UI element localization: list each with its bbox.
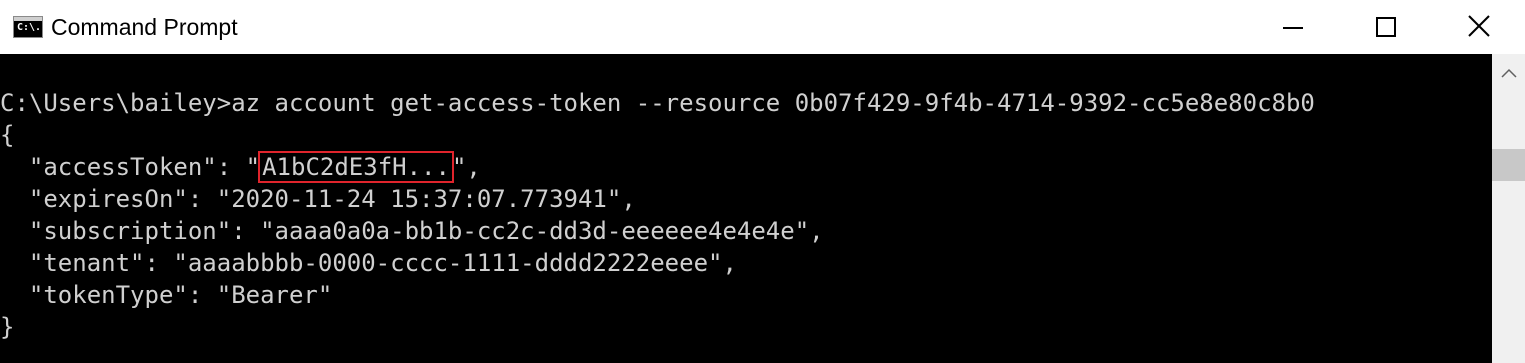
prompt-text: C:\Users\bailey> — [0, 89, 232, 117]
token-type-line: "tokenType": "Bearer" — [0, 281, 333, 309]
cmd-icon[interactable]: C:\. — [13, 16, 43, 38]
open-brace: { — [0, 121, 15, 149]
title-bar[interactable]: C:\. Command Prompt — [0, 0, 1525, 54]
scroll-up-button[interactable] — [1492, 54, 1525, 94]
minimize-button[interactable] — [1248, 0, 1340, 54]
command-text: az account get-access-token --resource 0… — [231, 89, 1315, 117]
command-prompt-window: C:\. Command Prompt C:\Users\bailey>az a… — [0, 0, 1525, 363]
console-output[interactable]: C:\Users\bailey>az account get-access-to… — [0, 54, 1492, 363]
maximize-icon — [1376, 17, 1396, 37]
access-token-line: "accessToken": "A1bC2dE3fH...", — [0, 151, 481, 183]
subscription-line: "subscription": "aaaa0a0a-bb1b-cc2c-dd3d… — [0, 217, 824, 245]
minimize-icon — [1283, 27, 1303, 29]
access-token-suffix: ", — [451, 153, 481, 181]
maximize-button[interactable] — [1340, 0, 1432, 54]
cmd-icon-bar — [14, 17, 42, 21]
chevron-up-icon — [1501, 68, 1517, 78]
cmd-icon-text: C:\. — [17, 22, 42, 33]
close-button[interactable] — [1432, 0, 1524, 54]
scroll-thumb[interactable] — [1492, 149, 1525, 181]
window-title: Command Prompt — [51, 14, 238, 40]
access-token-key: "accessToken": " — [0, 153, 261, 181]
vertical-scrollbar[interactable] — [1492, 54, 1525, 363]
expires-on-line: "expiresOn": "2020-11-24 15:37:07.773941… — [0, 185, 636, 213]
command-line: C:\Users\bailey>az account get-access-to… — [0, 87, 1315, 119]
close-icon — [1468, 15, 1490, 37]
access-token-value-highlight: A1bC2dE3fH... — [258, 151, 454, 183]
close-brace: } — [0, 313, 15, 341]
tenant-line: "tenant": "aaaabbbb-0000-cccc-1111-dddd2… — [0, 249, 737, 277]
